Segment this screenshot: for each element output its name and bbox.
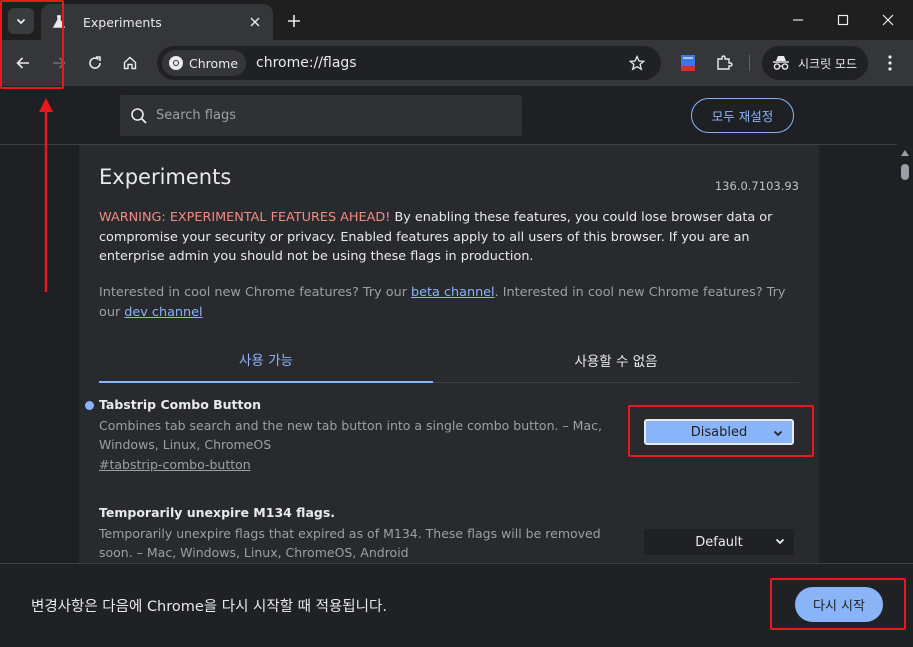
- close-window-button[interactable]: [866, 6, 910, 34]
- maximize-button[interactable]: [821, 6, 865, 34]
- annotation-box-relaunch: [770, 578, 906, 630]
- new-tab-button[interactable]: [282, 9, 306, 33]
- chrome-menu-button[interactable]: [876, 49, 904, 77]
- flags-content: Search flags 모두 재설정 Experiments 136.0.71…: [0, 86, 913, 563]
- title-bar: Experiments: [0, 0, 913, 40]
- close-tab-icon[interactable]: [245, 12, 265, 32]
- scroll-up-arrow-icon[interactable]: [901, 150, 909, 156]
- home-icon: [123, 56, 137, 70]
- warning-message: WARNING: EXPERIMENTAL FEATURES AHEAD! By…: [99, 208, 799, 267]
- modified-indicator: [85, 401, 94, 410]
- site-info-chip[interactable]: Chrome: [162, 50, 247, 76]
- relaunch-message: 변경사항은 다음에 Chrome을 다시 시작할 때 적용됩니다.: [31, 599, 387, 615]
- incognito-icon: [773, 56, 789, 70]
- experiments-panel: Experiments 136.0.7103.93 WARNING: EXPER…: [79, 145, 819, 563]
- interest-text-1: Interested in cool new Chrome features? …: [99, 285, 412, 300]
- flag-description: Combines tab search and the new tab butt…: [99, 418, 602, 452]
- tab-title: Experiments: [83, 14, 162, 30]
- flag-name: Temporarily unexpire M134 flags.: [99, 505, 336, 520]
- tab-unavailable[interactable]: 사용할 수 없음: [433, 337, 799, 383]
- home-button[interactable]: [116, 49, 144, 77]
- page-title: Experiments: [99, 165, 232, 189]
- search-placeholder: Search flags: [156, 108, 236, 123]
- version-number: 136.0.7103.93: [714, 179, 799, 193]
- flags-tabs: 사용 가능 사용할 수 없음: [99, 337, 799, 383]
- annotation-box-select: [628, 405, 814, 457]
- url-text[interactable]: chrome://flags: [256, 55, 625, 71]
- extension-app-icon: [681, 55, 695, 71]
- more-vert-icon: [888, 55, 892, 71]
- flag-state-select[interactable]: Default: [644, 529, 794, 555]
- chevron-down-icon: [775, 538, 785, 545]
- extensions-menu-button[interactable]: [710, 49, 738, 77]
- dev-channel-link[interactable]: dev channel: [124, 305, 202, 320]
- maximize-icon: [837, 14, 849, 26]
- address-bar[interactable]: Chrome chrome://flags: [157, 46, 661, 80]
- chrome-logo-icon: [169, 56, 183, 70]
- flag-description: Temporarily unexpire flags that expired …: [99, 526, 601, 560]
- bookmark-star-icon[interactable]: [625, 51, 649, 75]
- toolbar-divider: [749, 55, 750, 71]
- tab-available[interactable]: 사용 가능: [99, 337, 433, 383]
- select-value: Default: [695, 534, 743, 550]
- extension-button[interactable]: [674, 49, 702, 77]
- incognito-indicator[interactable]: 시크릿 모드: [762, 46, 868, 80]
- puzzle-icon: [717, 55, 733, 70]
- beta-channel-link[interactable]: beta channel: [411, 285, 495, 300]
- close-icon: [882, 14, 894, 26]
- incognito-label: 시크릿 모드: [798, 56, 858, 71]
- warning-prefix: WARNING: EXPERIMENTAL FEATURES AHEAD!: [99, 210, 391, 225]
- annotation-arrow: [39, 98, 53, 292]
- scrollbar[interactable]: [897, 144, 913, 563]
- plus-icon: [288, 15, 300, 27]
- channel-promo: Interested in cool new Chrome features? …: [99, 283, 799, 322]
- scroll-thumb[interactable]: [901, 164, 909, 180]
- minimize-icon: [793, 19, 803, 21]
- minimize-button[interactable]: [776, 6, 820, 34]
- toolbar: Chrome chrome://flags 시크릿 모드: [0, 40, 913, 86]
- flag-item: Temporarily unexpire M134 flags. Tempora…: [99, 505, 799, 562]
- reset-all-button[interactable]: 모두 재설정: [691, 98, 794, 133]
- chip-label: Chrome: [189, 55, 239, 71]
- reload-button[interactable]: [81, 49, 109, 77]
- reload-icon: [89, 56, 101, 69]
- annotation-box-nav: [0, 0, 64, 89]
- flag-anchor-link[interactable]: #tabstrip-combo-button: [99, 457, 251, 472]
- active-tab[interactable]: Experiments: [41, 4, 273, 40]
- search-flags-input[interactable]: Search flags: [120, 95, 522, 136]
- search-icon: [131, 107, 147, 124]
